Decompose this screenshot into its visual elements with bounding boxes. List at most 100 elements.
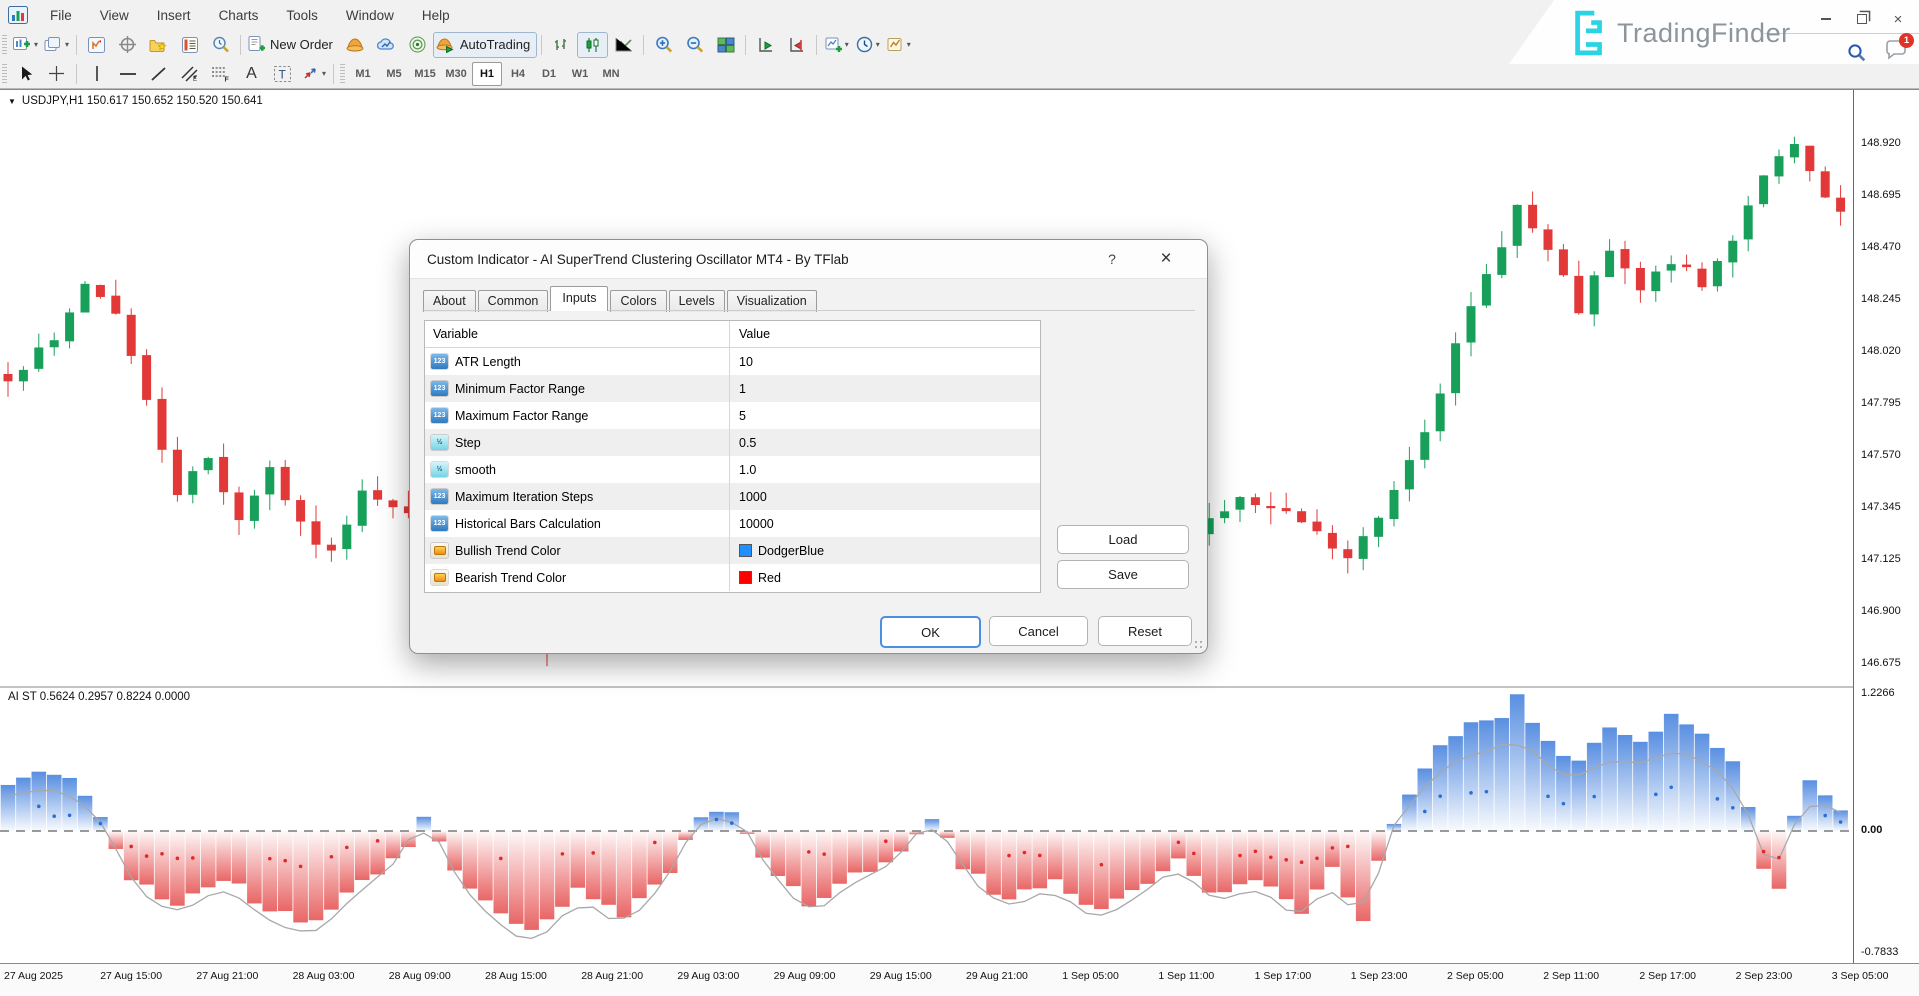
crosshair-tool-button[interactable] (41, 61, 72, 87)
profiles-button[interactable]: ▾ (41, 32, 72, 58)
autotrading-button[interactable]: AutoTrading (433, 32, 537, 58)
market-watch-button[interactable] (81, 32, 112, 58)
price-axis[interactable]: 148.920148.695148.470148.245148.020147.7… (1853, 90, 1919, 964)
strategy-tester-button[interactable] (205, 32, 236, 58)
terminal-button[interactable] (174, 32, 205, 58)
timeframe-button-m30[interactable]: M30 (441, 62, 471, 86)
market-watch-icon (88, 37, 105, 53)
value-text: 1 (739, 382, 746, 396)
vertical-line-tool-button[interactable] (81, 61, 112, 87)
table-row[interactable]: 123Minimum Factor Range1 (425, 375, 1040, 402)
menu-item-file[interactable]: File (36, 5, 86, 26)
text-label-tool-button[interactable]: T (267, 61, 298, 87)
value-cell[interactable]: Red (730, 564, 1040, 591)
timeframe-button-m15[interactable]: M15 (410, 62, 440, 86)
templates-button[interactable]: ▾ (883, 32, 914, 58)
menu-item-tools[interactable]: Tools (272, 5, 332, 26)
new-chart-button[interactable]: ▾ (10, 32, 41, 58)
timeframe-button-mn[interactable]: MN (596, 62, 626, 86)
value-cell[interactable]: 10000 (730, 510, 1040, 537)
value-cell[interactable]: 1.0 (730, 456, 1040, 483)
metaquotes-services-button[interactable] (371, 32, 402, 58)
dialog-resize-grip[interactable] (1194, 640, 1203, 649)
line-chart-mode-button[interactable] (608, 32, 639, 58)
table-row[interactable]: 123Maximum Iteration Steps1000 (425, 483, 1040, 510)
zoom-in-button[interactable] (648, 32, 679, 58)
reset-button[interactable]: Reset (1098, 616, 1192, 646)
tab-common[interactable]: Common (478, 290, 549, 312)
timeframe-button-w1[interactable]: W1 (565, 62, 595, 86)
menu-item-charts[interactable]: Charts (205, 5, 273, 26)
table-row[interactable]: ½Step0.5 (425, 429, 1040, 456)
tile-windows-button[interactable] (710, 32, 741, 58)
close-button[interactable]: × (1887, 11, 1909, 27)
tab-levels[interactable]: Levels (669, 290, 725, 312)
symbol-dropdown-icon[interactable]: ▼ (8, 97, 16, 106)
cancel-button[interactable]: Cancel (989, 616, 1088, 646)
value-cell[interactable]: 10 (730, 348, 1040, 375)
dialog-help-button[interactable]: ? (1101, 249, 1123, 269)
data-window-button[interactable] (112, 32, 143, 58)
value-cell[interactable]: 5 (730, 402, 1040, 429)
menu-item-help[interactable]: Help (408, 5, 464, 26)
chat-button[interactable]: 1 (1885, 40, 1907, 65)
table-row[interactable]: 123ATR Length10 (425, 348, 1040, 375)
tab-baseline (422, 310, 1195, 311)
timeframe-button-h1[interactable]: H1 (472, 62, 502, 86)
load-button[interactable]: Load (1057, 525, 1189, 554)
search-icon[interactable] (1847, 43, 1867, 63)
experts-button[interactable] (340, 32, 371, 58)
toolbar-grip[interactable] (2, 35, 7, 55)
text-tool-button[interactable]: A (236, 61, 267, 87)
navigator-button[interactable] (143, 32, 174, 58)
table-row[interactable]: 123Maximum Factor Range5 (425, 402, 1040, 429)
ok-button[interactable]: OK (880, 616, 981, 648)
timeframe-button-m5[interactable]: M5 (379, 62, 409, 86)
menu-item-view[interactable]: View (86, 5, 143, 26)
cursor-tool-button[interactable] (10, 61, 41, 87)
value-cell[interactable]: 1000 (730, 483, 1040, 510)
signals-button[interactable] (402, 32, 433, 58)
table-row[interactable]: 123Historical Bars Calculation10000 (425, 510, 1040, 537)
periods-button[interactable]: ▾ (852, 32, 883, 58)
minimize-button[interactable] (1815, 11, 1837, 27)
new-order-icon (248, 36, 265, 53)
restore-button[interactable] (1851, 11, 1873, 27)
arrows-tool-button[interactable]: ▾ (298, 61, 329, 87)
new-chart-icon (13, 37, 31, 53)
tab-about[interactable]: About (423, 290, 476, 312)
time-axis-label: 29 Aug 03:00 (677, 970, 739, 982)
menu-item-insert[interactable]: Insert (143, 5, 205, 26)
new-order-button[interactable]: New Order (245, 32, 340, 58)
timeframe-button-m1[interactable]: M1 (348, 62, 378, 86)
menu-item-window[interactable]: Window (332, 5, 408, 26)
equidistant-channel-tool-button[interactable]: E (174, 61, 205, 87)
horizontal-line-tool-button[interactable] (112, 61, 143, 87)
indicators-button[interactable]: ▾ (821, 32, 852, 58)
dialog-close-button[interactable]: × (1153, 247, 1179, 271)
save-button[interactable]: Save (1057, 560, 1189, 589)
value-cell[interactable]: 0.5 (730, 429, 1040, 456)
fibonacci-tool-button[interactable]: F (205, 61, 236, 87)
table-row[interactable]: ½smooth1.0 (425, 456, 1040, 483)
chart-shift-button[interactable] (781, 32, 812, 58)
tab-visualization[interactable]: Visualization (727, 290, 817, 312)
trendline-tool-button[interactable] (143, 61, 174, 87)
timeframe-button-h4[interactable]: H4 (503, 62, 533, 86)
pane-separator[interactable] (0, 686, 1919, 688)
bar-chart-mode-button[interactable] (546, 32, 577, 58)
timeframe-button-d1[interactable]: D1 (534, 62, 564, 86)
zoom-out-button[interactable] (679, 32, 710, 58)
candlestick-mode-button[interactable] (577, 32, 608, 58)
time-axis[interactable]: 27 Aug 202527 Aug 15:0027 Aug 21:0028 Au… (0, 963, 1919, 996)
value-cell[interactable]: 1 (730, 375, 1040, 402)
table-row[interactable]: Bullish Trend ColorDodgerBlue (425, 537, 1040, 564)
toolbar-grip[interactable] (2, 64, 7, 84)
toolbar-grip[interactable] (340, 64, 345, 84)
table-row[interactable]: Bearish Trend ColorRed (425, 564, 1040, 591)
value-cell[interactable]: DodgerBlue (730, 537, 1040, 564)
tab-inputs[interactable]: Inputs (550, 286, 608, 311)
auto-scroll-button[interactable] (750, 32, 781, 58)
dialog-title-bar[interactable]: Custom Indicator - AI SuperTrend Cluster… (410, 240, 1207, 279)
tab-colors[interactable]: Colors (610, 290, 666, 312)
